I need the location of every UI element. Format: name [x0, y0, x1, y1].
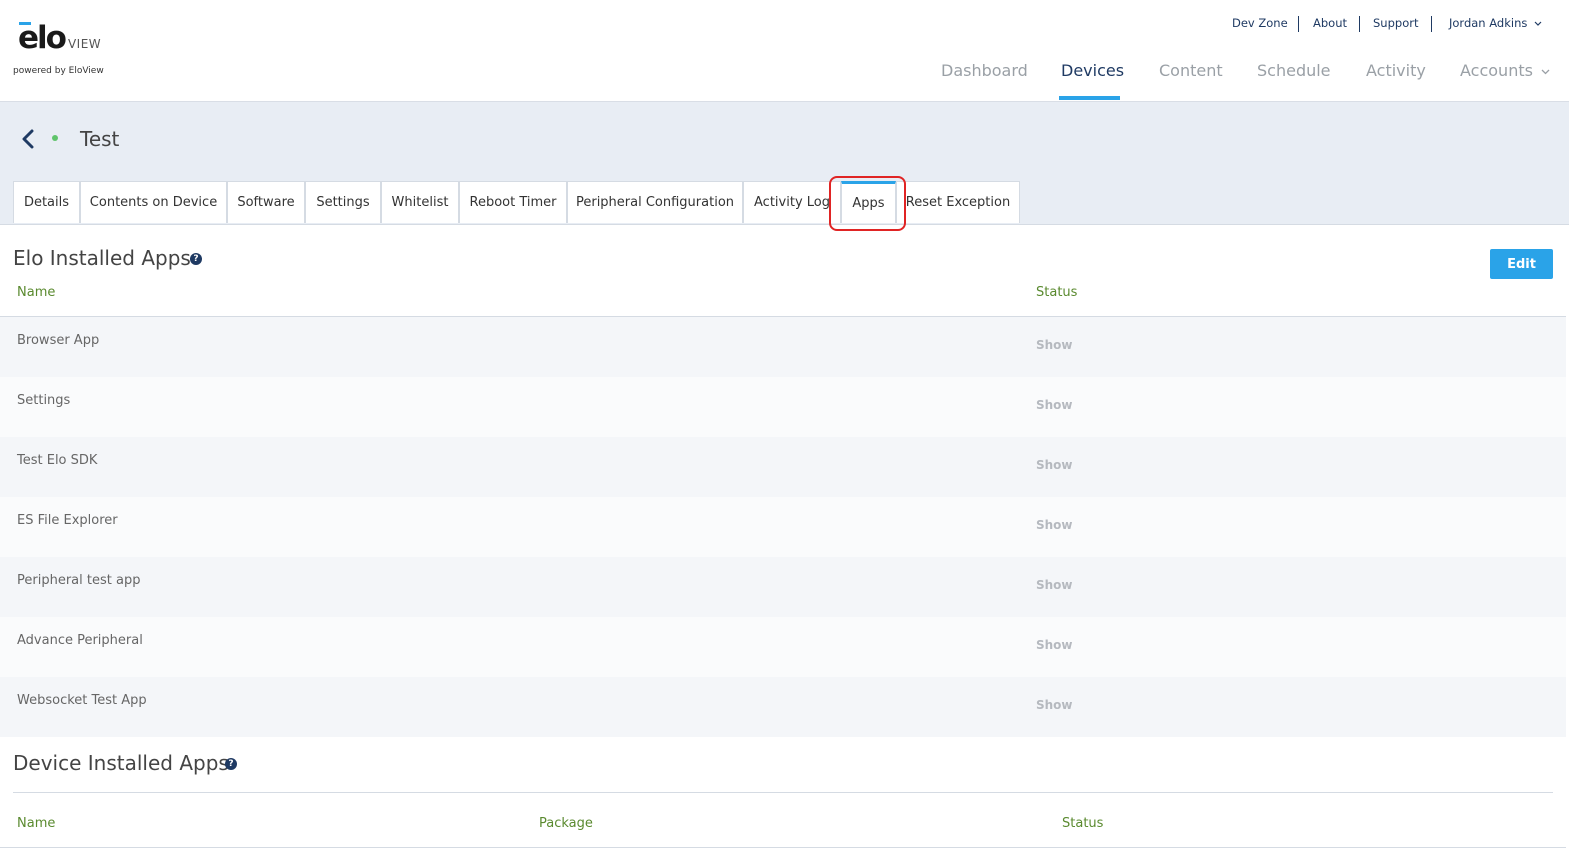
column-header-status: Status — [1036, 285, 1078, 300]
active-nav-indicator — [1059, 96, 1120, 100]
app-status: Show — [1036, 398, 1073, 412]
tab-reboot-timer[interactable]: Reboot Timer — [459, 181, 567, 223]
logo-product: VIEW — [67, 37, 102, 51]
support-link[interactable]: Support — [1373, 16, 1418, 30]
device-status-dot — [52, 135, 58, 141]
column-header-name: Name — [17, 285, 56, 300]
app-name: Browser App — [17, 333, 100, 348]
divider — [1298, 16, 1299, 32]
tab-peripheral-configuration[interactable]: Peripheral Configuration — [567, 181, 743, 223]
tab-details[interactable]: Details — [13, 181, 80, 223]
tab-reset-exception[interactable]: Reset Exception — [896, 181, 1020, 223]
app-name: ES File Explorer — [17, 513, 118, 528]
table-row: Test Elo SDK Show — [0, 437, 1566, 497]
table-row: Settings Show — [0, 377, 1566, 437]
app-status: Show — [1036, 578, 1073, 592]
column-header-package: Package — [539, 816, 593, 831]
app-name: Settings — [17, 393, 71, 408]
tab-whitelist[interactable]: Whitelist — [381, 181, 459, 223]
device-name: Test — [80, 127, 120, 151]
table-row: ES File Explorer Show — [0, 497, 1566, 557]
about-link[interactable]: About — [1313, 16, 1347, 30]
user-menu[interactable]: Jordan Adkins — [1449, 16, 1542, 30]
apps-tab-highlight — [829, 176, 906, 231]
table-header-divider — [0, 847, 1566, 848]
app-name: Websocket Test App — [17, 693, 147, 708]
edit-button[interactable]: Edit — [1490, 249, 1553, 279]
app-status: Show — [1036, 458, 1073, 472]
dev-zone-link[interactable]: Dev Zone — [1232, 16, 1288, 30]
logo-accent-bar — [19, 22, 31, 25]
tab-software[interactable]: Software — [227, 181, 305, 223]
nav-devices[interactable]: Devices — [1061, 61, 1124, 80]
nav-content[interactable]: Content — [1159, 61, 1223, 80]
elo-installed-apps-title: Elo Installed Apps — [13, 246, 191, 270]
chevron-down-icon — [1541, 69, 1550, 74]
tab-settings[interactable]: Settings — [305, 181, 381, 223]
column-header-status: Status — [1062, 816, 1104, 831]
top-header: elo VIEW powered by EloView Dev Zone Abou… — [0, 0, 1569, 102]
app-status: Show — [1036, 698, 1073, 712]
column-header-name: Name — [17, 816, 56, 831]
table-row: Websocket Test App Show — [0, 677, 1566, 737]
nav-dashboard[interactable]: Dashboard — [941, 61, 1028, 80]
table-row: Peripheral test app Show — [0, 557, 1566, 617]
powered-by-label: powered by EloView — [13, 66, 104, 76]
tab-activity-log[interactable]: Activity Log — [743, 181, 841, 223]
nav-schedule[interactable]: Schedule — [1257, 61, 1331, 80]
back-arrow-icon[interactable] — [20, 129, 36, 149]
table-row: Browser App Show — [0, 317, 1566, 377]
section-divider — [13, 792, 1553, 793]
app-name: Peripheral test app — [17, 573, 141, 588]
elo-logo[interactable]: elo VIEW — [18, 22, 101, 54]
app-status: Show — [1036, 338, 1073, 352]
nav-accounts[interactable]: Accounts — [1460, 61, 1550, 80]
app-status: Show — [1036, 638, 1073, 652]
divider — [1359, 16, 1360, 32]
app-status: Show — [1036, 518, 1073, 532]
help-icon[interactable]: ? — [225, 758, 237, 770]
nav-accounts-label: Accounts — [1460, 61, 1533, 80]
logo-brand: elo — [18, 20, 67, 56]
chevron-down-icon — [1534, 21, 1542, 26]
tab-contents-on-device[interactable]: Contents on Device — [80, 181, 227, 223]
table-row: Advance Peripheral Show — [0, 617, 1566, 677]
user-name: Jordan Adkins — [1449, 16, 1528, 30]
help-icon[interactable]: ? — [190, 253, 202, 265]
divider — [1431, 16, 1432, 32]
app-name: Test Elo SDK — [17, 453, 98, 468]
app-name: Advance Peripheral — [17, 633, 143, 648]
device-installed-apps-title: Device Installed Apps — [13, 751, 229, 775]
nav-activity[interactable]: Activity — [1366, 61, 1426, 80]
